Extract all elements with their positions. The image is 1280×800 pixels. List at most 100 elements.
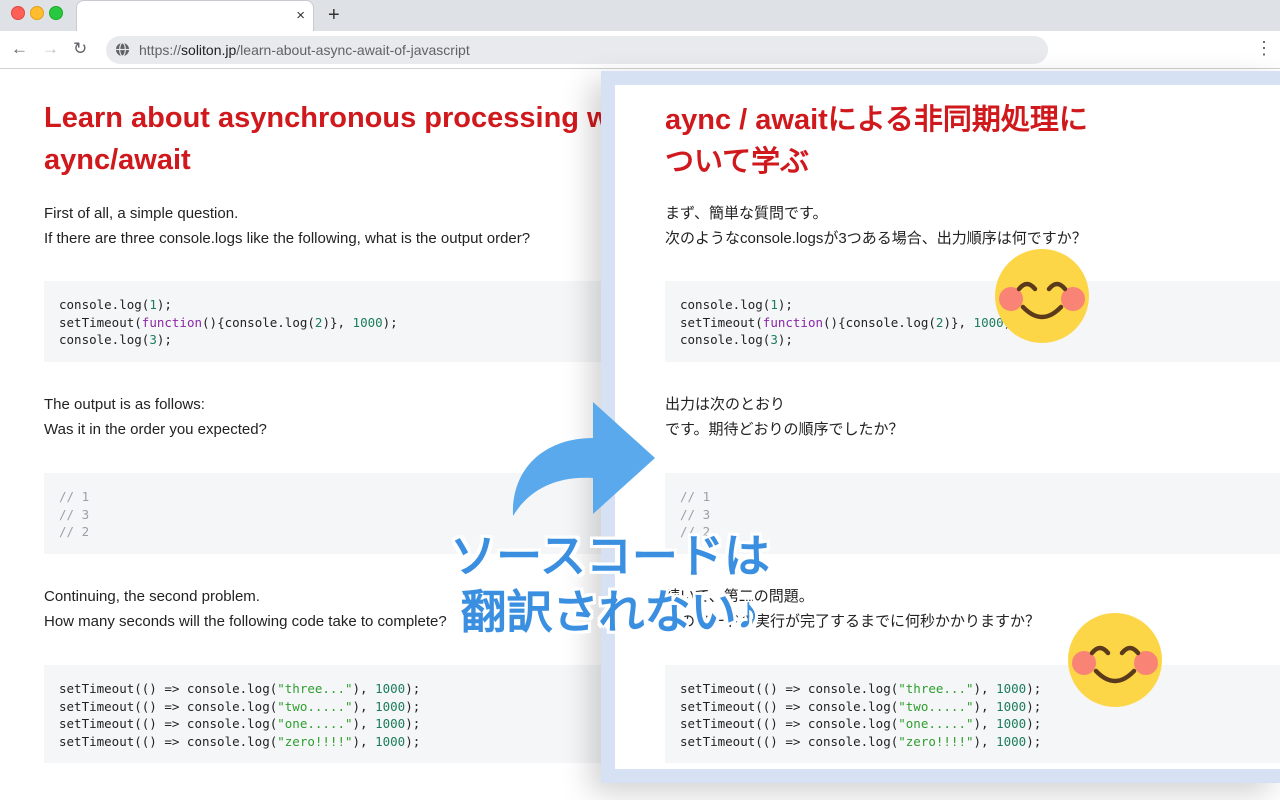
- back-button[interactable]: ←: [11, 38, 28, 60]
- code-token: );: [405, 698, 421, 714]
- code-token: );: [405, 716, 421, 731]
- code-token: ),: [352, 681, 376, 696]
- code-number: 1: [149, 297, 157, 312]
- code-line: setTimeout(() => console.log("two.....")…: [680, 699, 1041, 714]
- code-number: 1000: [375, 681, 406, 696]
- code-keyword: function: [762, 314, 824, 330]
- translated-output-line-1: 出力は次のとおり: [665, 396, 786, 413]
- code-number: 1000: [375, 733, 406, 749]
- code-token: );: [405, 733, 421, 749]
- code-token: setTimeout(() => console.log(: [680, 733, 899, 749]
- zoom-window-button[interactable]: [49, 6, 63, 20]
- code-token: (){console.log(: [202, 314, 315, 330]
- second-line-2: How many seconds will the following code…: [44, 613, 447, 630]
- code-line: setTimeout(() => console.log("two.....")…: [59, 699, 420, 714]
- code-comment: // 3: [680, 506, 711, 522]
- code-token: console.log(: [59, 332, 150, 347]
- output-line-2: Was it in the order you expected?: [44, 421, 267, 438]
- globe-icon: [115, 42, 130, 57]
- code-line: setTimeout(() => console.log("one.....")…: [59, 716, 420, 731]
- caption-line-2: 翻訳されない♪: [460, 586, 760, 638]
- code-token: setTimeout(: [680, 314, 763, 330]
- translated-title-line-1: aync / awaitによる非同期処理に: [665, 104, 1088, 136]
- output-paragraph: The output is as follows: Was it in the …: [44, 392, 267, 442]
- code-token: ),: [352, 698, 376, 714]
- code-token: )},: [322, 314, 353, 330]
- code-number: 1: [770, 297, 778, 312]
- code-comment: // 1: [680, 489, 711, 504]
- second-line-1: Continuing, the second problem.: [44, 588, 260, 605]
- title-line-1: Learn about asynchronous processing with: [44, 102, 646, 134]
- new-tab-button[interactable]: +: [328, 3, 340, 27]
- code-token: setTimeout(() => console.log(: [59, 733, 278, 749]
- code-token: );: [156, 297, 172, 312]
- smiling-face-icon: [1068, 613, 1162, 707]
- translated-intro: まず、簡単な質問です。 次のようなconsole.logsが3つある場合、出力順…: [665, 201, 1087, 251]
- close-tab-icon[interactable]: ×: [296, 6, 305, 26]
- intro-paragraph: First of all, a simple question. If ther…: [44, 201, 530, 251]
- code-token: );: [777, 297, 793, 312]
- code-number: 1000: [352, 314, 383, 330]
- code-token: );: [1026, 716, 1042, 731]
- emoji-face: [1016, 281, 1068, 320]
- code-token: );: [156, 332, 172, 347]
- code-number: 1000: [996, 733, 1027, 749]
- browser-tab[interactable]: ×: [76, 0, 314, 31]
- curved-arrow-right-icon: [512, 402, 655, 516]
- code-block-3: setTimeout(() => console.log( "three...")…: [44, 665, 644, 763]
- url-text: https://soliton.jp/learn-about-async-awa…: [139, 42, 470, 58]
- translated-output-line-2: です。期待どおりの順序でしたか？: [665, 421, 904, 438]
- code-string: "zero!!!!": [277, 733, 353, 749]
- code-token: setTimeout(() => console.log(: [59, 716, 278, 731]
- minimize-window-button[interactable]: [30, 6, 44, 20]
- code-token: console.log(: [59, 297, 150, 312]
- reload-button[interactable]: ↻: [73, 38, 87, 60]
- code-token: console.log(: [680, 297, 771, 312]
- emoji-face: [1089, 645, 1141, 684]
- code-token: ),: [352, 733, 376, 749]
- code-line: setTimeout(() => console.log("three...")…: [680, 681, 1041, 696]
- promo-caption: ソースコードは 翻訳されない♪: [440, 528, 780, 640]
- translated-page: aync / awaitによる非同期処理に ついて学ぶ まず、簡単な質問です。 …: [615, 85, 1280, 769]
- code-token: setTimeout(() => console.log(: [680, 716, 899, 731]
- code-number: 1000: [996, 698, 1027, 714]
- title-line-2: aync/await: [44, 144, 191, 176]
- code-string: "two.....": [277, 698, 353, 714]
- code-line: setTimeout(() => console.log("one.....")…: [680, 716, 1041, 731]
- code-comment: // 2: [59, 524, 90, 539]
- code-string: "one.....": [898, 716, 974, 731]
- code-token: );: [405, 681, 421, 696]
- code-number: 1000: [375, 716, 406, 731]
- code-token: setTimeout(() => console.log(: [680, 681, 899, 696]
- code-string: "three...": [277, 681, 353, 696]
- code-line: setTimeout(() => console.log("zero!!!!")…: [59, 734, 420, 749]
- code-string: "one.....": [277, 716, 353, 731]
- smiling-face-icon: [995, 249, 1089, 343]
- translated-code-block-1: console.log(1); setTimeout(function(){co…: [665, 281, 1280, 362]
- code-token: ),: [973, 681, 997, 696]
- code-line: setTimeout(function(){console.log(2)}, 1…: [59, 315, 398, 330]
- code-block-1: console.log(1); setTimeout(function(){co…: [44, 281, 644, 362]
- code-string: "two.....": [898, 698, 974, 714]
- translated-code-block-3: setTimeout(() => console.log("three...")…: [665, 665, 1280, 763]
- code-token: setTimeout(() => console.log(: [59, 698, 278, 714]
- code-token: setTimeout(: [59, 314, 142, 330]
- code-line: console.log(1);: [59, 297, 172, 312]
- address-bar[interactable]: https://soliton.jp/learn-about-async-awa…: [106, 36, 1048, 64]
- translated-output: 出力は次のとおり です。期待どおりの順序でしたか？: [665, 392, 904, 442]
- forward-button[interactable]: →: [42, 38, 59, 60]
- browser-toolbar: ← → ↻ https://soliton.jp/learn-about-asy…: [0, 31, 1280, 69]
- code-token: );: [382, 314, 398, 330]
- code-comment: // 3: [59, 506, 90, 522]
- url-host: soliton.jp: [181, 42, 237, 58]
- code-line: setTimeout(function(){console.log(2)}, 1…: [680, 315, 1019, 330]
- code-line: console.log(1);: [680, 297, 793, 312]
- intro-line-2: If there are three console.logs like the…: [44, 230, 531, 247]
- code-token: (){console.log(: [823, 314, 936, 330]
- second-paragraph: Continuing, the second problem. How many…: [44, 584, 447, 634]
- browser-menu-button[interactable]: ⋮: [1255, 37, 1273, 59]
- close-window-button[interactable]: [11, 6, 25, 20]
- code-number: 1000: [996, 681, 1027, 696]
- code-string: "three...": [898, 681, 974, 696]
- intro-line-1: First of all, a simple question.: [44, 205, 239, 222]
